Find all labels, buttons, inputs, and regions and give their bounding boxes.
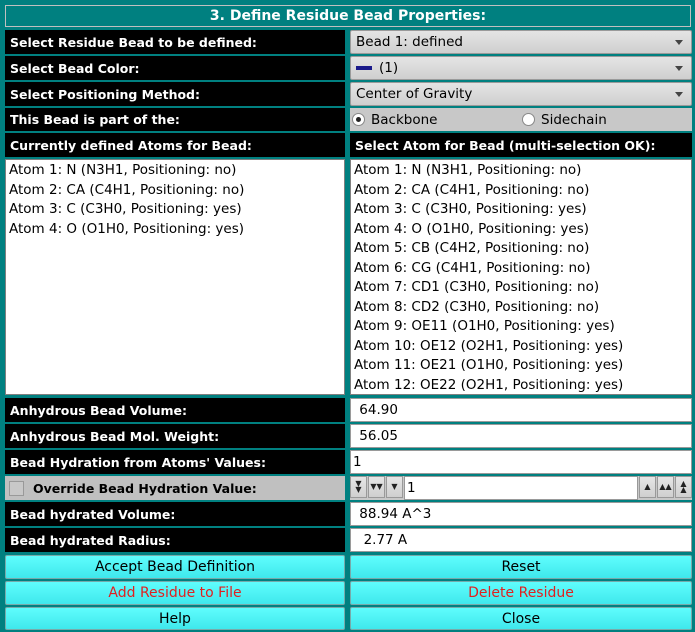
anhydrous-volume-field: 64.90 (350, 398, 692, 422)
select-bead-value: Bead 1: defined (356, 34, 463, 50)
close-button[interactable]: Close (350, 607, 692, 630)
decrement-small-button[interactable]: ▼ (386, 476, 403, 498)
select-bead-label: Select Residue Bead to be defined: (5, 30, 345, 54)
select-color-value: (1) (379, 60, 399, 76)
decrement-medium-button[interactable]: ▼▼ (368, 476, 385, 498)
list-item[interactable]: Atom 1: N (N3H1, Positioning: no) (9, 161, 341, 181)
list-item[interactable]: Atom 2: CA (C4H1, Positioning: no) (9, 181, 341, 201)
chevron-down-icon (675, 40, 683, 45)
anhydrous-mw-label: Anhydrous Bead Mol. Weight: (5, 424, 345, 448)
list-item[interactable]: Atom 3: C (C3H0, Positioning: yes) (9, 200, 341, 220)
radio-checked-icon (352, 113, 365, 126)
list-item[interactable]: Atom 4: O (O1H0, Positioning: yes) (9, 220, 341, 240)
anhydrous-volume-value: 64.90 (355, 402, 398, 418)
radio-backbone[interactable]: Backbone (352, 112, 522, 128)
increment-medium-button[interactable]: ▲▲ (657, 476, 674, 498)
list-item[interactable]: Atom 4: O (O1H0, Positioning: yes) (354, 220, 688, 240)
list-item[interactable]: Atom 3: C (C3H0, Positioning: yes) (354, 200, 688, 220)
increment-small-button[interactable]: ▲ (639, 476, 656, 498)
select-color-label: Select Bead Color: (5, 56, 345, 80)
radio-sidechain[interactable]: Sidechain (522, 112, 607, 128)
select-positioning-value: Center of Gravity (356, 86, 473, 102)
override-hydration-row: Override Bead Hydration Value: (5, 476, 345, 500)
select-color-combobox[interactable]: (1) (350, 56, 692, 80)
radio-unchecked-icon (522, 113, 535, 126)
anhydrous-mw-field: 56.05 (350, 424, 692, 448)
delete-residue-button[interactable]: Delete Residue (350, 581, 692, 605)
select-positioning-label: Select Positioning Method: (5, 82, 345, 106)
part-of-radio-group: Backbone Sidechain (350, 108, 692, 131)
override-hydration-label: Override Bead Hydration Value: (33, 480, 257, 496)
anhydrous-volume-label: Anhydrous Bead Volume: (5, 398, 345, 422)
hydrated-volume-field: 88.94 A^3 (350, 502, 692, 526)
list-item[interactable]: Atom 7: CD1 (C3H0, Positioning: no) (354, 278, 688, 298)
add-residue-button[interactable]: Add Residue to File (5, 581, 345, 605)
select-atoms-header: Select Atom for Bead (multi-selection OK… (350, 133, 692, 157)
list-item[interactable]: Atom 12: OE22 (O2H1, Positioning: yes) (354, 376, 688, 396)
select-bead-combobox[interactable]: Bead 1: defined (350, 30, 692, 54)
hydrated-volume-label: Bead hydrated Volume: (5, 502, 345, 526)
select-positioning-combobox[interactable]: Center of Gravity (350, 82, 692, 106)
list-item[interactable]: Atom 11: OE21 (O1H0, Positioning: yes) (354, 356, 688, 376)
anhydrous-mw-value: 56.05 (355, 428, 398, 444)
select-atoms-list[interactable]: Atom 1: N (N3H1, Positioning: no) Atom 2:… (350, 159, 692, 395)
radio-sidechain-label: Sidechain (541, 111, 607, 128)
hydration-atoms-label: Bead Hydration from Atoms' Values: (5, 450, 345, 474)
list-item[interactable]: Atom 2: CA (C4H1, Positioning: no) (354, 181, 688, 201)
hydration-atoms-value: 1 (353, 454, 362, 470)
part-of-label: This Bead is part of the: (5, 108, 345, 131)
decrement-large-button[interactable]: ▼ ▼ (350, 476, 367, 498)
hydrated-radius-value: 2.77 A (355, 532, 408, 548)
accept-bead-button[interactable]: Accept Bead Definition (5, 555, 345, 579)
list-item[interactable]: Atom 8: CD2 (C3H0, Positioning: no) (354, 298, 688, 318)
override-hydration-input[interactable]: 1 (404, 476, 638, 500)
override-hydration-counter: ▼ ▼ ▼▼ ▼ 1 ▲ ▲▲ ▲ ▲ (350, 476, 692, 500)
reset-button[interactable]: Reset (350, 555, 692, 579)
list-item[interactable]: Atom 5: CB (C4H2, Positioning: no) (354, 239, 688, 259)
defined-atoms-list[interactable]: Atom 1: N (N3H1, Positioning: no) Atom 2:… (5, 159, 345, 395)
list-item[interactable]: Atom 1: N (N3H1, Positioning: no) (354, 161, 688, 181)
increment-large-button[interactable]: ▲ ▲ (675, 476, 692, 498)
list-item[interactable]: Atom 10: OE12 (O2H1, Positioning: yes) (354, 337, 688, 357)
help-button[interactable]: Help (5, 607, 345, 630)
override-hydration-checkbox[interactable] (9, 480, 24, 496)
hydration-atoms-field[interactable]: 1 (350, 450, 692, 474)
list-item[interactable]: Atom 9: OE11 (O1H0, Positioning: yes) (354, 317, 688, 337)
chevron-down-icon (675, 92, 683, 97)
radio-backbone-label: Backbone (371, 111, 438, 128)
defined-atoms-header: Currently defined Atoms for Bead: (5, 133, 345, 157)
color-swatch-icon (356, 66, 372, 70)
list-item[interactable]: Atom 6: CG (C4H1, Positioning: no) (354, 259, 688, 279)
hydrated-radius-label: Bead hydrated Radius: (5, 528, 345, 552)
hydrated-radius-field: 2.77 A (350, 528, 692, 552)
chevron-down-icon (675, 66, 683, 71)
dialog-title: 3. Define Residue Bead Properties: (5, 5, 691, 27)
hydrated-volume-value: 88.94 A^3 (355, 506, 432, 522)
